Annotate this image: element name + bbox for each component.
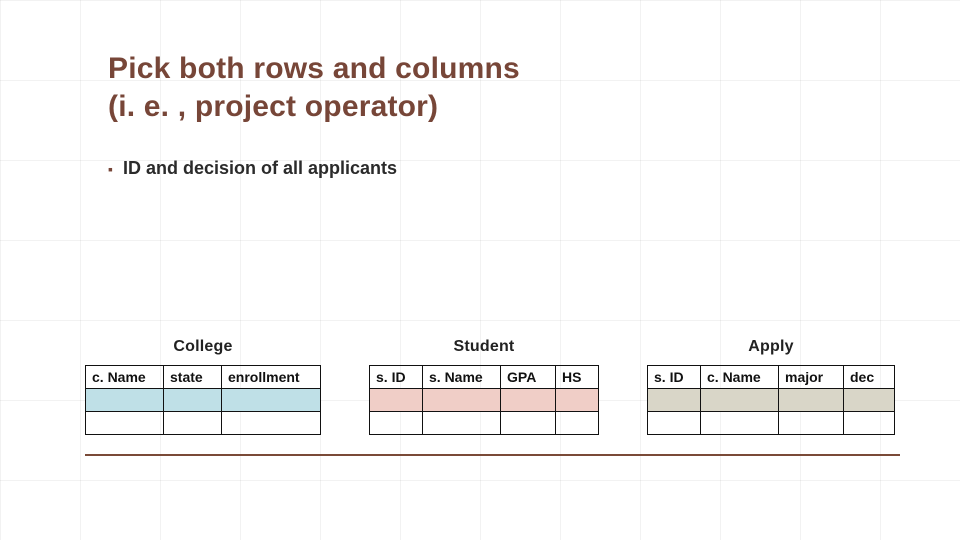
bullet-text: ID and decision of all applicants [123,158,397,179]
col-dec: dec [844,366,895,389]
table-row [86,389,321,412]
student-caption: Student [454,338,515,356]
tables-container: College c. Name state enrollment Student… [85,338,900,435]
table-row [648,412,895,435]
apply-table: s. ID c. Name major dec [647,365,895,435]
table-row [86,412,321,435]
col-major: major [779,366,844,389]
slide: Pick both rows and columns (i. e. , proj… [0,0,960,540]
table-header-row: c. Name state enrollment [86,366,321,389]
bullet-item: ▪ ID and decision of all applicants [108,158,397,180]
col-sname: s. Name [423,366,501,389]
footer-divider [85,454,900,456]
title-line-2: (i. e. , project operator) [108,90,438,123]
col-cname: c. Name [86,366,164,389]
apply-block: Apply s. ID c. Name major dec [647,338,895,435]
table-header-row: s. ID s. Name GPA HS [370,366,599,389]
slide-title: Pick both rows and columns (i. e. , proj… [108,50,520,125]
col-sid: s. ID [648,366,701,389]
col-sid: s. ID [370,366,423,389]
col-gpa: GPA [501,366,556,389]
table-row [648,389,895,412]
student-table: s. ID s. Name GPA HS [369,365,599,435]
title-line-1: Pick both rows and columns [108,52,520,85]
col-enroll: enrollment [222,366,321,389]
apply-caption: Apply [748,338,793,356]
col-cname: c. Name [701,366,779,389]
college-block: College c. Name state enrollment [85,338,321,435]
table-row [370,412,599,435]
student-block: Student s. ID s. Name GPA HS [369,338,599,435]
col-state: state [164,366,222,389]
college-caption: College [173,338,232,356]
col-hs: HS [556,366,599,389]
table-row [370,389,599,412]
table-header-row: s. ID c. Name major dec [648,366,895,389]
college-table: c. Name state enrollment [85,365,321,435]
bullet-marker-icon: ▪ [108,158,113,180]
